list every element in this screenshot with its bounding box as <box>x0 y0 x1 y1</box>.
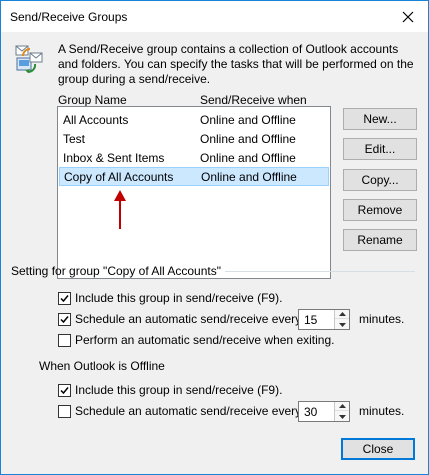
caret-up-icon <box>338 404 346 408</box>
caret-down-icon <box>338 322 346 327</box>
list-item[interactable]: Inbox & Sent Items Online and Offline <box>59 148 329 167</box>
offline-minutes-value: 30 <box>304 405 318 419</box>
close-button[interactable]: Close <box>341 438 415 460</box>
exit-send-receive-label: Perform an automatic send/receive when e… <box>75 333 335 347</box>
online-schedule-checkbox[interactable] <box>58 313 71 326</box>
offline-minutes-label: minutes. <box>359 404 405 418</box>
column-header-send-receive-when[interactable]: Send/Receive when <box>200 93 307 107</box>
offline-include-checkbox[interactable] <box>58 384 71 397</box>
group-name: All Accounts <box>63 113 129 127</box>
offline-schedule-checkbox[interactable] <box>58 405 71 418</box>
copy-button[interactable]: Copy... <box>343 169 417 191</box>
list-item-selected[interactable]: Copy of All Accounts Online and Offline <box>59 167 329 186</box>
spinner-arrows <box>334 402 349 421</box>
new-button[interactable]: New... <box>343 108 417 130</box>
online-include-checkbox[interactable] <box>58 292 71 305</box>
red-arrow-up-icon <box>114 190 126 229</box>
online-schedule-label: Schedule an automatic send/receive every <box>75 312 302 326</box>
group-name: Copy of All Accounts <box>64 170 174 184</box>
checkmark-icon <box>60 316 69 324</box>
offline-minutes-spinner[interactable]: 30 <box>298 401 350 422</box>
title-bar: Send/Receive Groups <box>1 1 428 32</box>
dialog-window: Send/Receive Groups A Send/Receive group… <box>0 0 429 475</box>
close-window-button[interactable] <box>388 1 428 32</box>
description-text: A Send/Receive group contains a collecti… <box>58 42 414 86</box>
online-minutes-spinner[interactable]: 15 <box>298 309 350 330</box>
close-icon <box>402 11 414 22</box>
edit-button[interactable]: Edit... <box>343 138 417 160</box>
dialog-body: A Send/Receive group contains a collecti… <box>1 32 428 474</box>
rename-button[interactable]: Rename <box>343 229 417 251</box>
spin-up-button[interactable] <box>335 310 349 319</box>
offline-include-label: Include this group in send/receive (F9). <box>75 383 283 397</box>
offline-group-label: When Outlook is Offline <box>39 359 165 373</box>
list-item[interactable]: Test Online and Offline <box>59 129 329 148</box>
exit-send-receive-checkbox[interactable] <box>58 334 71 347</box>
spin-down-button[interactable] <box>335 320 349 329</box>
group-when: Online and Offline <box>200 132 296 146</box>
group-name: Inbox & Sent Items <box>63 151 165 165</box>
list-item[interactable]: All Accounts Online and Offline <box>59 110 329 129</box>
column-header-group-name[interactable]: Group Name <box>58 93 127 107</box>
online-include-label: Include this group in send/receive (F9). <box>75 291 283 305</box>
send-receive-groups-icon <box>15 45 43 74</box>
window-title: Send/Receive Groups <box>10 10 128 24</box>
caret-down-icon <box>338 414 346 419</box>
groups-listbox[interactable]: All Accounts Online and Offline Test Onl… <box>57 106 331 279</box>
settings-group-label: Setting for group "Copy of All Accounts" <box>11 264 221 278</box>
online-minutes-value: 15 <box>304 313 318 327</box>
checkmark-icon <box>60 295 69 303</box>
group-when: Online and Offline <box>200 151 296 165</box>
online-minutes-label: minutes. <box>359 312 405 326</box>
group-name: Test <box>63 132 86 146</box>
spin-up-button[interactable] <box>335 402 349 411</box>
spinner-arrows <box>334 310 349 329</box>
group-when: Online and Offline <box>201 170 297 184</box>
settings-separator <box>225 271 415 272</box>
caret-up-icon <box>338 312 346 316</box>
remove-button[interactable]: Remove <box>343 199 417 221</box>
checkmark-icon <box>60 387 69 395</box>
group-when: Online and Offline <box>200 113 296 127</box>
spin-down-button[interactable] <box>335 412 349 421</box>
offline-schedule-label: Schedule an automatic send/receive every <box>75 404 302 418</box>
